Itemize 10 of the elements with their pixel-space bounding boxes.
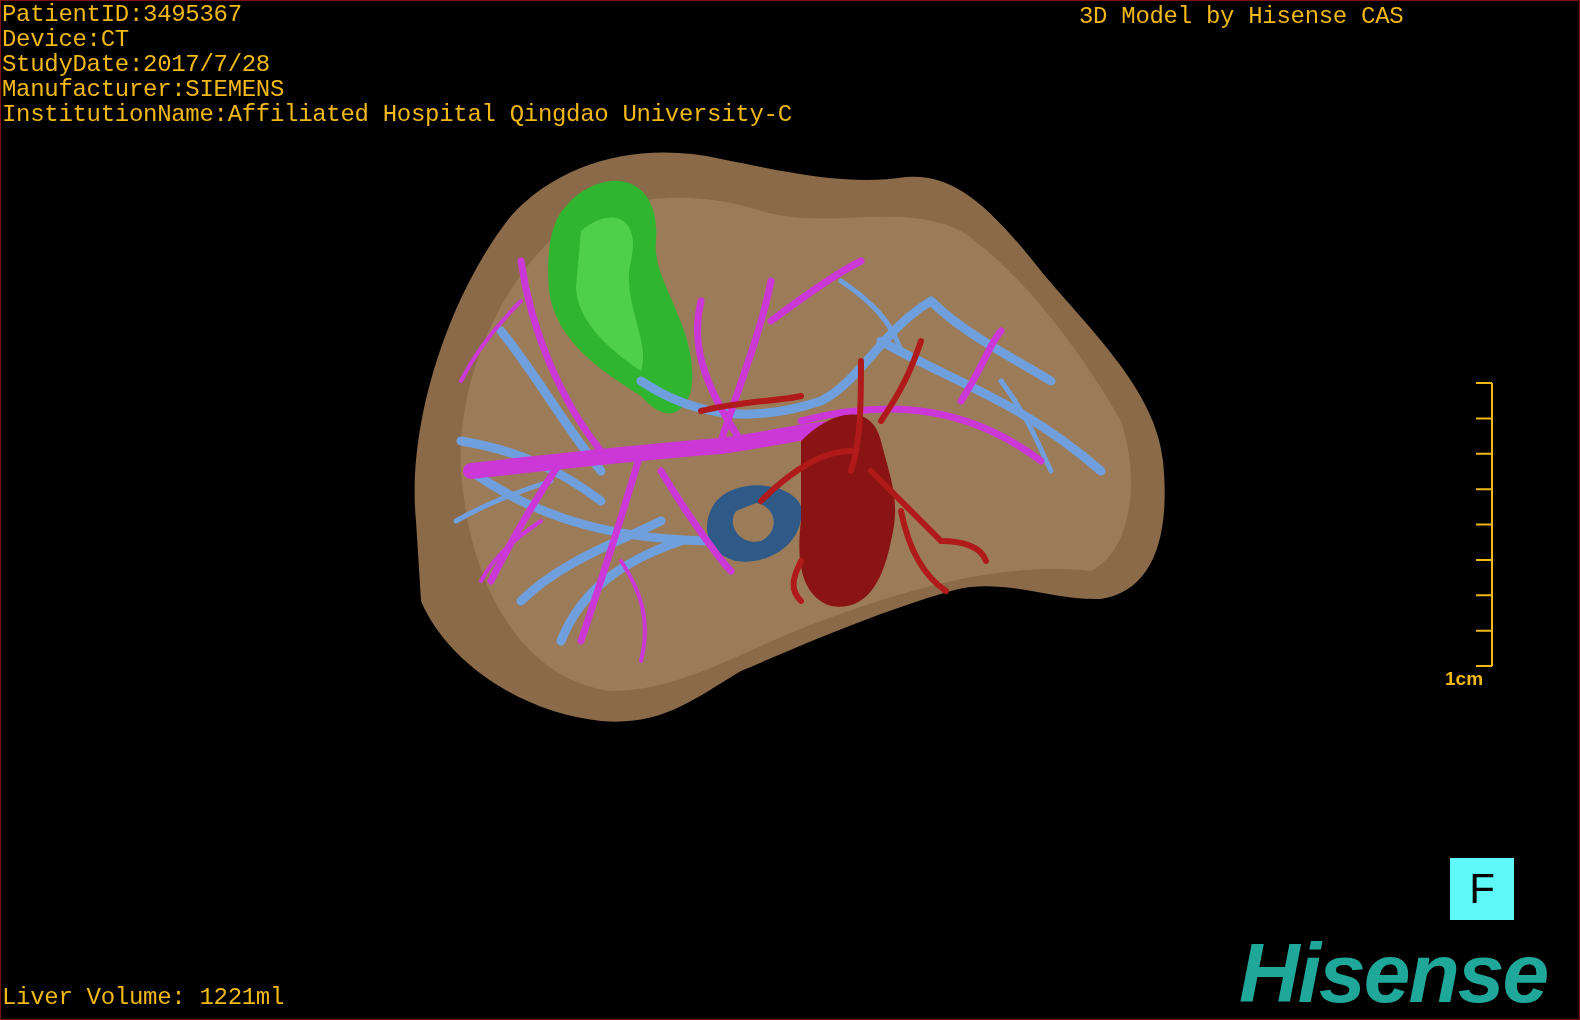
info-line: PatientID:3495367 xyxy=(2,2,242,27)
liver-volume-text: Liver Volume: 1221ml xyxy=(2,985,285,1010)
info-line: Manufacturer:SIEMENS xyxy=(2,77,285,102)
orientation-marker[interactable]: F xyxy=(1450,858,1514,920)
scale-label: 1cm xyxy=(1445,668,1484,690)
info-line: InstitutionName:Affiliated Hospital Qingdao University-C xyxy=(2,102,792,127)
info-line: Device:CT xyxy=(2,27,129,52)
brand-logo: Hisense xyxy=(1239,931,1548,1015)
info-line: StudyDate:2017/7/28 xyxy=(2,52,270,77)
credit-text: 3D Model by Hisense CAS xyxy=(1079,4,1404,29)
